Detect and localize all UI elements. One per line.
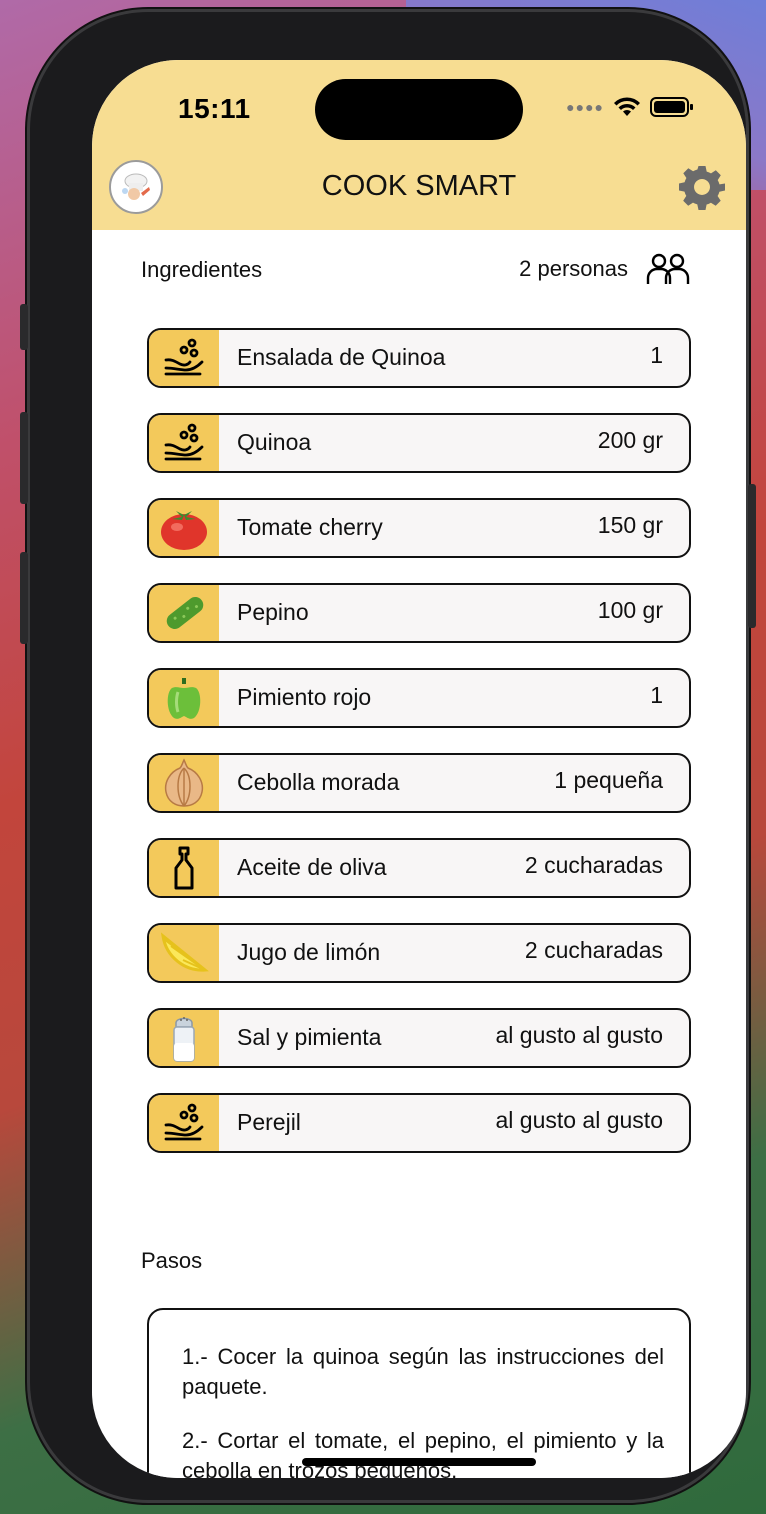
- ingredient-name: Tomate cherry: [237, 514, 383, 540]
- dynamic-island: [315, 79, 523, 140]
- ingredient-qty: 1: [650, 342, 663, 368]
- app-screen: 15:11 ●●●● COOK SMART Ingredientes 2 per…: [92, 60, 746, 1478]
- volume-down-button: [20, 552, 28, 644]
- ingredient-name: Pimiento rojo: [237, 684, 372, 710]
- power-button: [748, 484, 756, 628]
- ingredient-name: Aceite de oliva: [237, 854, 387, 880]
- signal-icon: ●●●●: [566, 99, 604, 115]
- bell-pepper-icon: [167, 678, 201, 719]
- ingredient-qty: 2 cucharadas: [524, 937, 663, 963]
- steps-box[interactable]: 1.- Cocer la quinoa según las instruccio…: [147, 1308, 691, 1478]
- ingredient-qty: 200 gr: [597, 427, 663, 453]
- ingredient-name: Sal y pimienta: [237, 1024, 382, 1050]
- ingredient-name: Quinoa: [237, 429, 312, 455]
- ingredient-icon-cell: [149, 1010, 219, 1066]
- ingredient-row[interactable]: Cebolla morada 1 pequeña: [147, 753, 691, 813]
- ingredient-icon-cell: [149, 1095, 219, 1151]
- phone-frame: 15:11 ●●●● COOK SMART Ingredientes 2 per…: [20, 12, 756, 1500]
- lemon-icon: [160, 932, 209, 972]
- seeds-hand-icon: [164, 338, 204, 376]
- ingredient-name: Perejil: [237, 1109, 301, 1135]
- ingredient-name: Cebolla morada: [237, 769, 400, 795]
- action-button: [20, 304, 28, 350]
- ingredient-qty: 2 cucharadas: [524, 852, 663, 878]
- ingredients-label: Ingredientes: [141, 257, 263, 282]
- ingredient-icon-cell: [149, 500, 219, 556]
- step-text: 1.- Cocer la quinoa según las instruccio…: [182, 1344, 664, 1399]
- salt-shaker-icon: [173, 1017, 195, 1062]
- steps-label: Pasos: [141, 1248, 203, 1273]
- ingredient-icon-cell: [149, 840, 219, 896]
- ingredient-icon-cell: [149, 415, 219, 471]
- ingredient-row[interactable]: Aceite de oliva 2 cucharadas: [147, 838, 691, 898]
- ingredient-icon-cell: [149, 670, 219, 726]
- status-time: 15:11: [178, 93, 251, 124]
- ingredient-row[interactable]: Pepino 100 gr: [147, 583, 691, 643]
- step-text: 2.- Cortar el tomate, el pepino, el pimi…: [182, 1428, 664, 1478]
- ingredient-qty: 100 gr: [597, 597, 663, 623]
- seeds-hand-icon: [164, 423, 204, 461]
- ingredient-row[interactable]: Quinoa 200 gr: [147, 413, 691, 473]
- ingredient-icon-cell: [149, 755, 219, 811]
- ingredient-row[interactable]: Jugo de limón 2 cucharadas: [147, 923, 691, 983]
- battery-icon: [650, 97, 693, 117]
- ingredient-name: Ensalada de Quinoa: [237, 344, 446, 370]
- ingredient-qty: al gusto al gusto: [495, 1107, 663, 1133]
- ingredient-icon-cell: [149, 330, 219, 386]
- app-header: 15:11 ●●●● COOK SMART: [92, 60, 746, 230]
- home-indicator[interactable]: [302, 1458, 536, 1466]
- onion-icon: [164, 758, 204, 807]
- volume-up-button: [20, 412, 28, 504]
- ingredient-row[interactable]: Pimiento rojo 1: [147, 668, 691, 728]
- ingredient-qty: al gusto al gusto: [495, 1022, 663, 1048]
- ingredient-row[interactable]: Sal y pimienta al gusto al gusto: [147, 1008, 691, 1068]
- wifi-icon: [614, 97, 640, 116]
- ingredient-name: Pepino: [237, 599, 309, 625]
- ingredient-qty: 1 pequeña: [554, 767, 663, 793]
- seeds-hand-icon: [164, 1103, 204, 1141]
- ingredient-name: Jugo de limón: [237, 939, 381, 965]
- ingredient-row[interactable]: Tomate cherry 150 gr: [147, 498, 691, 558]
- tomato-icon: [161, 511, 207, 550]
- ingredient-qty: 150 gr: [597, 512, 663, 538]
- ingredient-row[interactable]: Ensalada de Quinoa 1: [147, 328, 691, 388]
- gear-icon[interactable]: [679, 164, 725, 210]
- cucumber-icon: [166, 596, 204, 630]
- servings-text: 2 personas: [519, 256, 628, 281]
- ingredient-icon-cell: [149, 585, 219, 641]
- people-icon[interactable]: [646, 252, 690, 286]
- ingredient-row[interactable]: Perejil al gusto al gusto: [147, 1093, 691, 1153]
- servings-selector[interactable]: 2 personas: [519, 252, 690, 286]
- ingredient-icon-cell: [149, 925, 219, 981]
- status-icons: ●●●●: [566, 96, 694, 118]
- app-title: COOK SMART: [321, 170, 517, 202]
- oil-bottle-icon: [174, 846, 194, 890]
- ingredient-qty: 1: [650, 682, 663, 708]
